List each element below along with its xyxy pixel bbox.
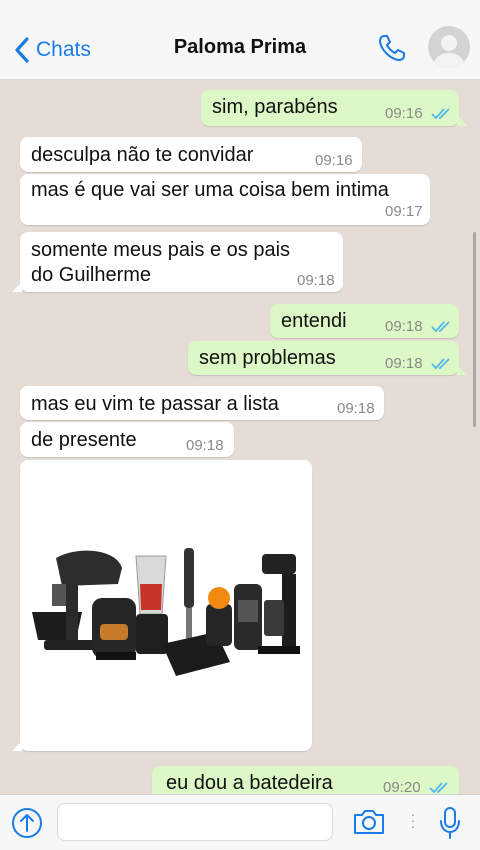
double-check-icon — [431, 358, 450, 370]
double-check-icon — [431, 108, 450, 120]
double-check-icon — [431, 321, 450, 333]
message-time: 09:16 — [385, 105, 423, 122]
message-time: 09:18 — [186, 437, 224, 454]
default-avatar-icon — [433, 35, 465, 68]
message-text: eu dou a batedeira — [166, 772, 333, 794]
kitchen-appliances-photo[interactable] — [26, 540, 306, 690]
share-button[interactable] — [11, 807, 43, 844]
message-text: mas eu vim te passar a lista — [31, 393, 279, 415]
message-list[interactable]: sim, parabéns 09:16 desculpa não te conv… — [0, 80, 480, 794]
phone-icon — [379, 35, 405, 61]
hand-blender-image — [184, 548, 194, 648]
air-fryer-image — [92, 598, 136, 660]
blender-image — [135, 555, 168, 654]
chat-header: Chats Paloma Prima — [0, 0, 480, 80]
message-time: 09:18 — [385, 355, 423, 372]
message-text: sim, parabéns — [212, 96, 338, 118]
message-time: 09:18 — [385, 318, 423, 335]
message-time: 09:18 — [297, 272, 335, 289]
message-text: entendi — [281, 310, 347, 332]
call-button[interactable] — [376, 32, 408, 69]
message-time: 09:16 — [315, 152, 353, 169]
bubble-tail — [457, 365, 467, 375]
electric-kettle-image — [234, 584, 262, 650]
message-input[interactable] — [57, 803, 333, 841]
message-incoming[interactable]: somente meus pais e os pais do Guilherme… — [12, 232, 343, 292]
message-text-line: do Guilherme — [31, 264, 152, 286]
message-incoming[interactable]: mas é que vai ser uma coisa bem intima 0… — [20, 174, 430, 225]
camera-icon — [354, 810, 384, 834]
message-image[interactable] — [12, 460, 312, 751]
message-text: desculpa não te convidar — [31, 144, 254, 166]
message-incoming[interactable]: de presente 09:18 — [20, 422, 234, 457]
avatar[interactable] — [428, 26, 470, 68]
message-text-line: somente meus pais e os pais — [31, 239, 291, 261]
compose-bar: · · · — [0, 794, 480, 850]
camera-button[interactable] — [352, 808, 386, 841]
message-outgoing[interactable]: sim, parabéns 09:16 — [201, 90, 467, 126]
contact-name[interactable]: Paloma Prima — [0, 36, 480, 59]
microphone-icon — [440, 807, 460, 839]
bubble-tail — [457, 116, 467, 126]
message-outgoing[interactable]: entendi 09:18 — [270, 304, 459, 338]
message-time: 09:18 — [337, 400, 375, 417]
message-time: 09:20 — [383, 779, 421, 794]
bubble-tail — [12, 282, 22, 292]
message-text: mas é que vai ser uma coisa bem intima — [31, 179, 389, 201]
juicer-image — [206, 587, 232, 646]
message-text: de presente — [31, 429, 137, 451]
bubble-tail — [12, 741, 22, 751]
message-outgoing[interactable]: sem problemas 09:18 — [188, 341, 467, 375]
more-icon[interactable]: · · · — [409, 807, 417, 833]
double-check-icon — [429, 782, 448, 794]
coffee-maker-image — [258, 554, 300, 654]
message-incoming[interactable]: mas eu vim te passar a lista 09:18 — [20, 386, 384, 420]
message-text: sem problemas — [199, 347, 336, 369]
scrollbar[interactable] — [473, 232, 476, 427]
share-icon — [12, 808, 42, 838]
microphone-button[interactable] — [438, 806, 462, 845]
message-outgoing[interactable]: eu dou a batedeira 09:20 — [152, 766, 459, 794]
message-incoming[interactable]: desculpa não te convidar 09:16 — [20, 137, 362, 172]
message-time: 09:17 — [385, 203, 423, 220]
